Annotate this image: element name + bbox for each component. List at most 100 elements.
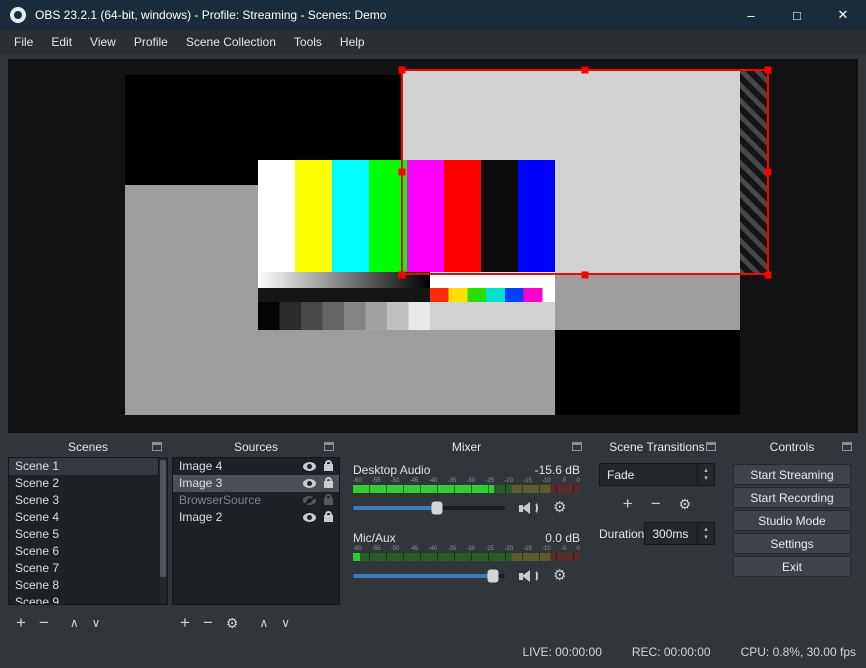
source-list-item[interactable]: Image 2 [173,509,339,526]
lock-icon[interactable] [324,494,333,505]
scrollbar-thumb[interactable] [160,460,166,577]
selection-handle-bottom-center[interactable] [581,271,589,279]
menu-edit[interactable]: Edit [42,30,81,55]
start-recording-button[interactable]: Start Recording [733,487,851,508]
spin-arrows-icon[interactable]: ▴ ▾ [697,523,714,544]
selection-handle-bottom-right[interactable] [764,271,772,279]
meter-tick-label: -45 [409,546,419,552]
add-source-button[interactable]: + [180,614,190,631]
visibility-eye-icon[interactable] [303,462,316,471]
controls-panel-header[interactable]: Controls [726,437,858,457]
settings-button[interactable]: Settings [733,533,851,554]
menu-tools[interactable]: Tools [285,30,331,55]
window-controls: – □ ✕ [728,0,866,30]
meter-tick-label: 0 [576,546,580,552]
selection-handle-mid-right[interactable] [764,168,772,176]
maximize-button[interactable]: □ [774,0,820,30]
add-scene-button[interactable]: + [16,614,26,631]
remove-scene-button[interactable]: − [39,614,49,631]
meter-scale: -60 -55 -50 -45 -40 -35 -30 -25 -20 -15 -10 -5 0 [353,546,580,552]
channel-settings-gear-icon[interactable]: ⚙ [553,568,566,584]
controls-body: Start Streaming Start Recording Studio M… [733,464,851,579]
dock-float-icon[interactable] [842,442,852,451]
combo-arrows-icon[interactable]: ▴ ▾ [697,464,714,485]
source-list-item[interactable]: Image 4 [173,458,339,475]
remove-source-button[interactable]: − [203,614,213,631]
scene-list-item[interactable]: Scene 9 [9,594,167,604]
preview-area[interactable] [8,59,858,433]
scene-list-item[interactable]: Scene 4 [9,509,167,526]
start-streaming-button[interactable]: Start Streaming [733,464,851,485]
scene-list-item[interactable]: Scene 2 [9,475,167,492]
source-list-item[interactable]: Image 3 [173,475,339,492]
source-list-item[interactable]: BrowserSource [173,492,339,509]
transition-settings-gear-icon[interactable]: ⚙ [679,497,692,511]
scene-list-item[interactable]: Scene 5 [9,526,167,543]
visibility-eye-off-icon[interactable] [302,495,317,507]
menu-profile[interactable]: Profile [125,30,177,55]
sources-panel-header[interactable]: Sources [172,437,340,457]
volume-slider-handle[interactable] [487,569,499,583]
meter-tick-label: -45 [409,478,419,484]
channel-name: Mic/Aux [353,531,396,545]
scene-up-button[interactable]: ∧ [70,616,79,630]
status-bar: LIVE: 00:00:00 REC: 00:00:00 CPU: 0.8%, … [522,645,856,659]
dock-float-icon[interactable] [324,442,334,451]
dock-float-icon[interactable] [706,442,716,451]
scenes-panel-header[interactable]: Scenes [8,437,168,457]
color-bars-grayscale-steps [258,302,555,330]
scene-down-button[interactable]: ∨ [92,616,101,630]
selection-handle-bottom-left[interactable] [398,271,406,279]
selection-handle-top-left[interactable] [398,66,406,74]
mixer-panel-header[interactable]: Mixer [345,437,588,457]
remove-transition-button[interactable]: − [651,495,661,512]
menu-help[interactable]: Help [331,30,374,55]
scene-list-item[interactable]: Scene 7 [9,560,167,577]
menu-view[interactable]: View [81,30,125,55]
speaker-mute-icon[interactable] [519,568,539,584]
lock-icon[interactable] [324,460,333,471]
scene-list-item[interactable]: Scene 8 [9,577,167,594]
close-button[interactable]: ✕ [820,0,866,30]
visibility-eye-icon[interactable] [303,513,316,522]
channel-settings-gear-icon[interactable]: ⚙ [553,500,566,516]
source-down-button[interactable]: ∨ [281,616,290,630]
speaker-mute-icon[interactable] [519,500,539,516]
dock-float-icon[interactable] [152,442,162,451]
combo-up-icon[interactable]: ▴ [704,467,708,475]
lock-icon[interactable] [324,511,333,522]
duration-spinbox[interactable]: 300ms ▴ ▾ [644,522,715,545]
scene-list-item[interactable]: Scene 6 [9,543,167,560]
volume-slider[interactable] [353,569,505,583]
scene-list-item[interactable]: Scene 1 [9,458,167,475]
selection-handle-mid-left[interactable] [398,168,406,176]
scene-list-item[interactable]: Scene 3 [9,492,167,509]
add-transition-button[interactable]: + [623,495,633,512]
exit-button[interactable]: Exit [733,556,851,577]
spin-up-icon[interactable]: ▴ [704,526,708,534]
volume-slider[interactable] [353,501,505,515]
scene-list-scrollbar[interactable] [158,458,167,604]
spin-down-icon[interactable]: ▾ [704,534,708,542]
menu-scene-collection[interactable]: Scene Collection [177,30,285,55]
selection-handle-top-right[interactable] [764,66,772,74]
volume-slider-handle[interactable] [431,501,443,515]
combo-down-icon[interactable]: ▾ [704,475,708,483]
source-up-button[interactable]: ∧ [259,616,268,630]
dock-float-icon[interactable] [572,442,582,451]
meter-tick-label: -55 [371,478,381,484]
visibility-eye-icon[interactable] [303,479,316,488]
selection-handle-top-center[interactable] [581,66,589,74]
channel-volume-db: -15.6 dB [534,463,580,477]
scene-list: Scene 1 Scene 2 Scene 3 Scene 4 Scene 5 … [8,457,168,605]
scenes-panel-title: Scenes [67,440,109,454]
transition-select[interactable]: Fade ▴ ▾ [599,463,715,486]
lock-icon[interactable] [324,477,333,488]
studio-mode-button[interactable]: Studio Mode [733,510,851,531]
menu-file[interactable]: File [5,30,42,55]
minimize-button[interactable]: – [728,0,774,30]
source-properties-gear-icon[interactable]: ⚙ [226,616,239,630]
scenes-panel: Scenes Scene 1 Scene 2 Scene 3 Scene 4 S… [8,437,168,637]
transitions-panel-header[interactable]: Scene Transitions [592,437,722,457]
meter-tick-label: -5 [560,546,567,552]
